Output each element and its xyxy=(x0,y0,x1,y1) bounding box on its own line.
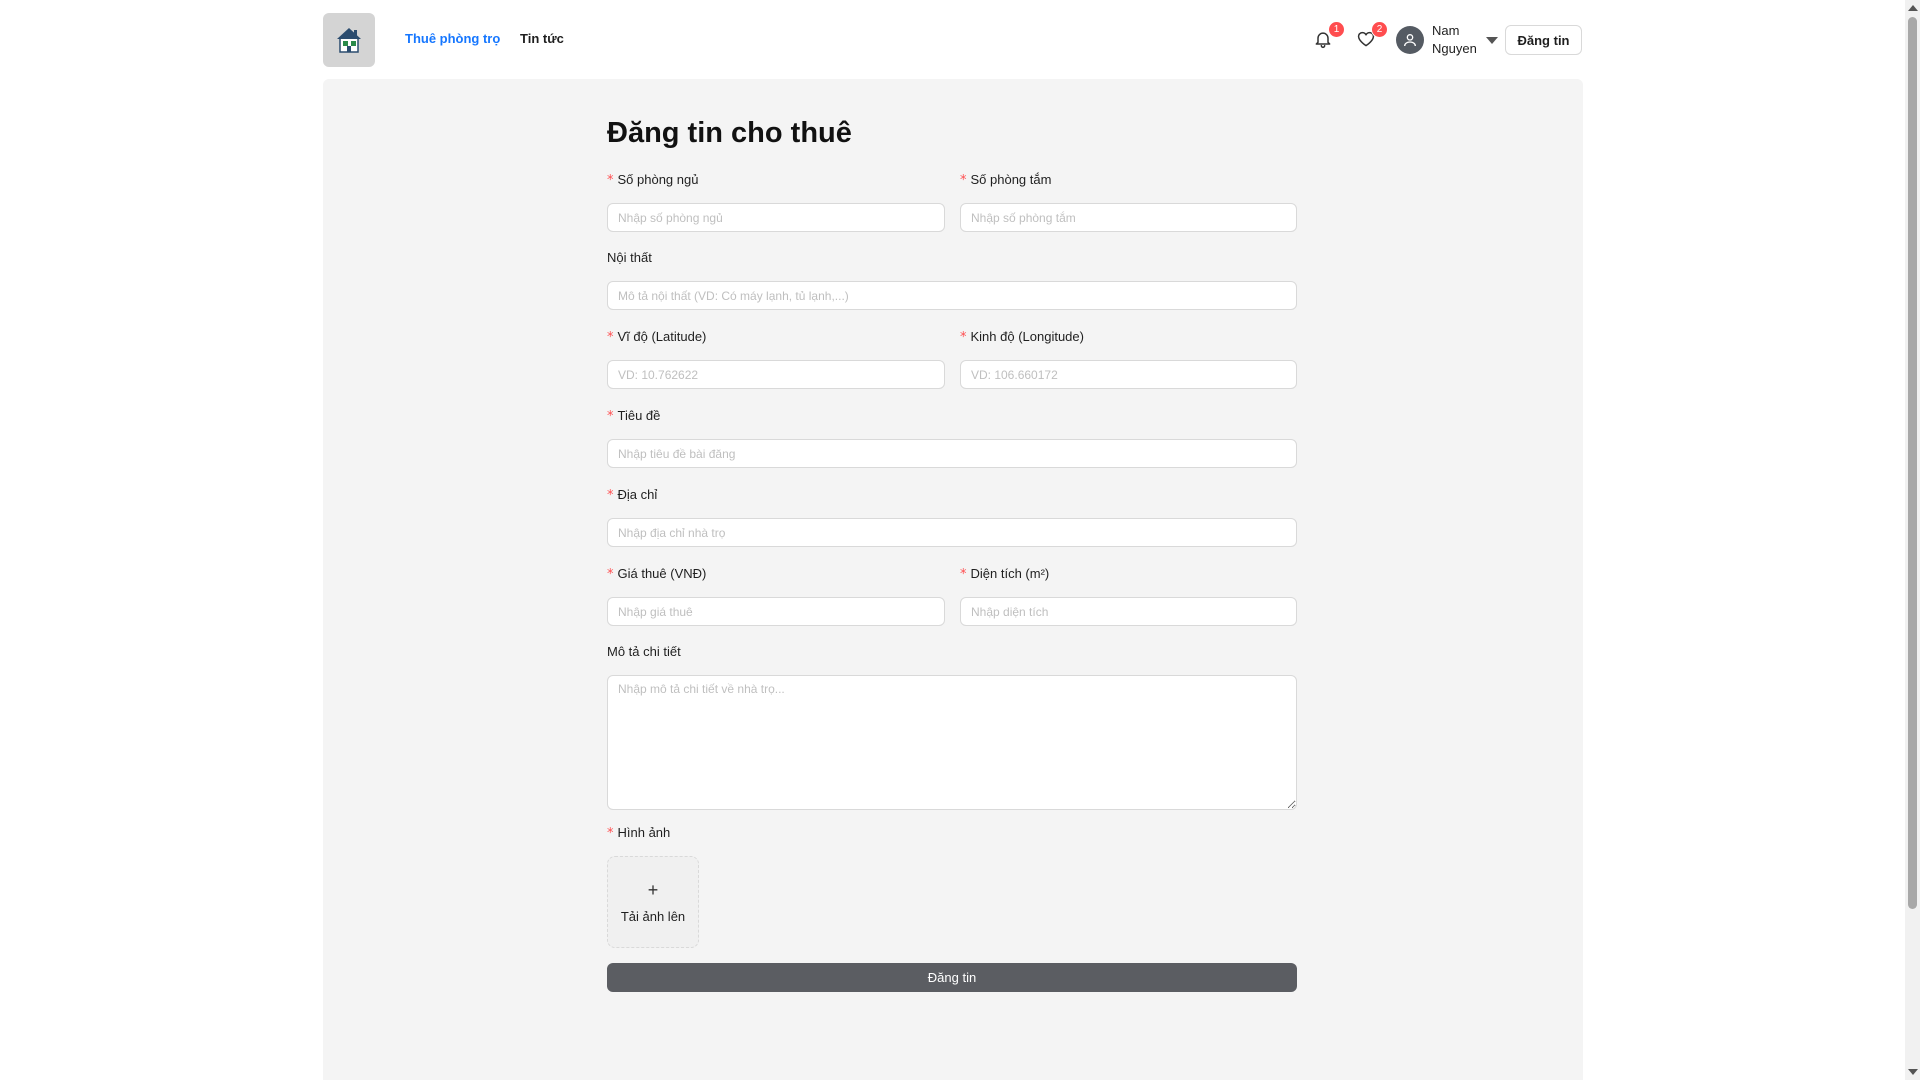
area-field: * Diện tích (m²) xyxy=(960,565,1297,626)
description-label: Mô tả chi tiết xyxy=(607,644,681,659)
user-icon xyxy=(1404,34,1416,47)
images-label-text: Hình ảnh xyxy=(617,825,671,840)
bathrooms-label-text: Số phòng tắm xyxy=(970,172,1052,187)
longitude-field: * Kinh độ (Longitude) xyxy=(960,328,1297,389)
required-mark: * xyxy=(607,409,614,424)
bedrooms-label-text: Số phòng ngủ xyxy=(617,172,699,187)
price-input[interactable] xyxy=(607,597,945,626)
address-input[interactable] xyxy=(607,518,1297,547)
notifications-button[interactable]: 1 xyxy=(1310,22,1344,52)
image-upload-button[interactable]: + Tải ảnh lên xyxy=(607,856,699,948)
favorites-button[interactable]: 2 xyxy=(1353,22,1387,52)
latitude-label: * Vĩ độ (Latitude) xyxy=(607,328,945,346)
title-label-text: Tiêu đề xyxy=(617,408,661,423)
title-label: * Tiêu đề xyxy=(607,407,1297,425)
upload-label: Tải ảnh lên xyxy=(620,908,686,924)
scrollbar-thumb[interactable] xyxy=(1908,17,1917,909)
longitude-label: * Kinh độ (Longitude) xyxy=(960,328,1297,346)
bathrooms-label: * Số phòng tắm xyxy=(960,171,1297,189)
main-content: Đăng tin cho thuê *Số phòng ngủ *Số phòn… xyxy=(323,79,1583,1080)
title-field: * Tiêu đề xyxy=(607,407,1297,468)
required-mark: * xyxy=(607,173,614,188)
user-name: Nam Nguyen xyxy=(1432,23,1477,56)
description-field: Mô tả chi tiết xyxy=(607,643,1297,810)
price-label: * Giá thuê (VNĐ) xyxy=(607,565,945,583)
title-input[interactable] xyxy=(607,439,1297,468)
longitude-label-text: Kinh độ (Longitude) xyxy=(970,329,1084,344)
avatar xyxy=(1396,26,1424,54)
description-textarea[interactable] xyxy=(607,675,1297,810)
scroll-up-arrow-icon[interactable] xyxy=(1908,5,1918,11)
images-label: * Hình ảnh xyxy=(607,824,1297,842)
latitude-label-text: Vĩ độ (Latitude) xyxy=(617,329,707,344)
images-field: * Hình ảnh + Tải ảnh lên xyxy=(607,824,1297,948)
price-label-text: Giá thuê (VNĐ) xyxy=(617,566,707,581)
page-scrollbar[interactable] xyxy=(1905,0,1920,1080)
required-mark: * xyxy=(960,330,967,345)
top-header: Thuê phòng trọ Tin tức 1 2 Nam Nguyen Đă… xyxy=(0,0,1905,78)
bathrooms-field: * Số phòng tắm xyxy=(960,171,1297,232)
price-field: * Giá thuê (VNĐ) xyxy=(607,565,945,626)
chevron-down-icon[interactable] xyxy=(1486,36,1498,44)
latitude-field: * Vĩ độ (Latitude) xyxy=(607,328,945,389)
furniture-field: Nội thất xyxy=(607,249,1297,310)
area-input[interactable] xyxy=(960,597,1297,626)
nav-rent-rooms[interactable]: Thuê phòng trọ xyxy=(405,31,500,46)
furniture-input[interactable] xyxy=(607,281,1297,310)
required-mark: * xyxy=(607,488,614,503)
required-mark: * xyxy=(960,567,967,582)
nav-news[interactable]: Tin tức xyxy=(520,31,564,46)
user-menu[interactable]: Nam Nguyen xyxy=(1396,22,1498,58)
post-listing-button[interactable]: Đăng tin xyxy=(1505,25,1582,55)
submit-button[interactable]: Đăng tin xyxy=(607,963,1297,992)
required-mark: * xyxy=(607,826,614,841)
required-mark: * xyxy=(607,330,614,345)
logo[interactable] xyxy=(323,13,375,67)
favorites-badge: 2 xyxy=(1372,22,1387,37)
plus-icon: + xyxy=(647,879,659,900)
bedrooms-field: * Số phòng ngủ xyxy=(607,171,945,232)
bathrooms-input[interactable] xyxy=(960,203,1297,232)
notifications-badge: 1 xyxy=(1329,22,1344,37)
page-title: Đăng tin cho thuê xyxy=(607,117,852,149)
bedrooms-label: * Số phòng ngủ xyxy=(607,171,945,189)
required-mark: * xyxy=(607,567,614,582)
required-mark: * xyxy=(960,173,967,188)
address-label: * Địa chỉ xyxy=(607,486,1297,504)
area-label: * Diện tích (m²) xyxy=(960,565,1297,583)
latitude-input[interactable] xyxy=(607,360,945,389)
address-label-text: Địa chỉ xyxy=(617,487,658,502)
furniture-label: Nội thất xyxy=(607,250,652,265)
address-field: * Địa chỉ xyxy=(607,486,1297,547)
bedrooms-input[interactable] xyxy=(607,203,945,232)
longitude-input[interactable] xyxy=(960,360,1297,389)
house-logo-icon xyxy=(337,28,361,53)
scroll-down-arrow-icon[interactable] xyxy=(1908,1069,1918,1075)
area-label-text: Diện tích (m²) xyxy=(970,566,1050,581)
